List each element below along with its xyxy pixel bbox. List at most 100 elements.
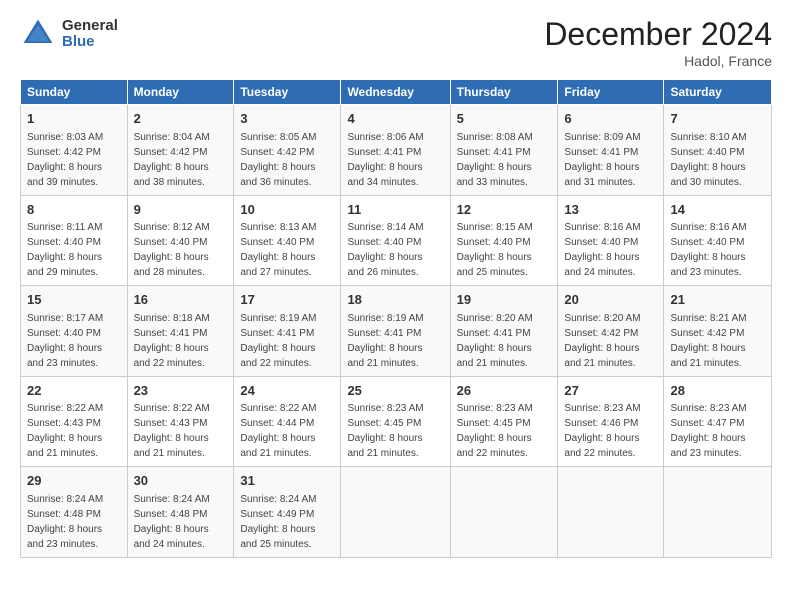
table-row: 31 Sunrise: 8:24 AM Sunset: 4:49 PM Dayli…	[234, 467, 341, 558]
day-number: 11	[347, 201, 443, 219]
day-number: 23	[134, 382, 228, 400]
logo-blue-text: Blue	[62, 34, 118, 51]
table-row: 24 Sunrise: 8:22 AM Sunset: 4:44 PM Dayli…	[234, 376, 341, 467]
day-number: 2	[134, 110, 228, 128]
col-friday: Friday	[558, 80, 664, 105]
day-info: Sunrise: 8:21 AM Sunset: 4:42 PM Dayligh…	[670, 313, 746, 369]
day-info: Sunrise: 8:03 AM Sunset: 4:42 PM Dayligh…	[27, 132, 103, 188]
table-row	[558, 467, 664, 558]
day-info: Sunrise: 8:11 AM Sunset: 4:40 PM Dayligh…	[27, 222, 102, 278]
table-row: 11 Sunrise: 8:14 AM Sunset: 4:40 PM Dayli…	[341, 195, 450, 286]
table-row: 17Sunrise: 8:19 AM Sunset: 4:41 PM Dayli…	[234, 286, 341, 377]
day-number: 22	[27, 382, 121, 400]
day-info: Sunrise: 8:16 AM Sunset: 4:40 PM Dayligh…	[564, 222, 640, 278]
logo: General Blue	[20, 16, 118, 52]
table-row: 25 Sunrise: 8:23 AM Sunset: 4:45 PM Dayli…	[341, 376, 450, 467]
table-row: 16 Sunrise: 8:18 AM Sunset: 4:41 PM Dayli…	[127, 286, 234, 377]
day-number: 12	[457, 201, 552, 219]
day-number: 20	[564, 291, 657, 309]
table-row: 9Sunrise: 8:12 AM Sunset: 4:40 PM Daylig…	[127, 195, 234, 286]
day-info: Sunrise: 8:06 AM Sunset: 4:41 PM Dayligh…	[347, 132, 423, 188]
table-row: 7 Sunrise: 8:10 AM Sunset: 4:40 PM Daylig…	[664, 105, 772, 196]
day-info: Sunrise: 8:08 AM Sunset: 4:41 PM Dayligh…	[457, 132, 533, 188]
table-row	[450, 467, 558, 558]
header: General Blue December 2024 Hadol, France	[20, 16, 772, 69]
col-tuesday: Tuesday	[234, 80, 341, 105]
day-number: 9	[134, 201, 228, 219]
table-row: 28 Sunrise: 8:23 AM Sunset: 4:47 PM Dayli…	[664, 376, 772, 467]
day-number: 17	[240, 291, 334, 309]
day-info: Sunrise: 8:23 AM Sunset: 4:45 PM Dayligh…	[347, 403, 423, 459]
day-info: Sunrise: 8:10 AM Sunset: 4:40 PM Dayligh…	[670, 132, 746, 188]
day-info: Sunrise: 8:22 AM Sunset: 4:44 PM Dayligh…	[240, 403, 316, 459]
location: Hadol, France	[544, 53, 772, 69]
day-number: 24	[240, 382, 334, 400]
day-number: 28	[670, 382, 765, 400]
table-row: 20 Sunrise: 8:20 AM Sunset: 4:42 PM Dayli…	[558, 286, 664, 377]
day-info: Sunrise: 8:05 AM Sunset: 4:42 PM Dayligh…	[240, 132, 316, 188]
calendar-row-2: 8 Sunrise: 8:11 AM Sunset: 4:40 PM Daylig…	[21, 195, 772, 286]
day-info: Sunrise: 8:22 AM Sunset: 4:43 PM Dayligh…	[134, 403, 210, 459]
table-row: 21 Sunrise: 8:21 AM Sunset: 4:42 PM Dayli…	[664, 286, 772, 377]
calendar: Sunday Monday Tuesday Wednesday Thursday…	[20, 79, 772, 558]
day-number: 15	[27, 291, 121, 309]
table-row: 30Sunrise: 8:24 AM Sunset: 4:48 PM Dayli…	[127, 467, 234, 558]
day-info: Sunrise: 8:24 AM Sunset: 4:48 PM Dayligh…	[27, 494, 103, 550]
col-monday: Monday	[127, 80, 234, 105]
table-row: 26Sunrise: 8:23 AM Sunset: 4:45 PM Dayli…	[450, 376, 558, 467]
day-info: Sunrise: 8:14 AM Sunset: 4:40 PM Dayligh…	[347, 222, 423, 278]
day-info: Sunrise: 8:23 AM Sunset: 4:46 PM Dayligh…	[564, 403, 640, 459]
logo-general-text: General	[62, 18, 118, 35]
day-number: 25	[347, 382, 443, 400]
day-number: 3	[240, 110, 334, 128]
table-row	[664, 467, 772, 558]
table-row: 14 Sunrise: 8:16 AM Sunset: 4:40 PM Dayli…	[664, 195, 772, 286]
table-row: 13Sunrise: 8:16 AM Sunset: 4:40 PM Dayli…	[558, 195, 664, 286]
table-row: 2 Sunrise: 8:04 AM Sunset: 4:42 PM Daylig…	[127, 105, 234, 196]
day-number: 5	[457, 110, 552, 128]
day-number: 14	[670, 201, 765, 219]
table-row: 8 Sunrise: 8:11 AM Sunset: 4:40 PM Daylig…	[21, 195, 128, 286]
table-row: 19 Sunrise: 8:20 AM Sunset: 4:41 PM Dayli…	[450, 286, 558, 377]
month-title: December 2024	[544, 16, 772, 53]
day-number: 16	[134, 291, 228, 309]
day-info: Sunrise: 8:24 AM Sunset: 4:49 PM Dayligh…	[240, 494, 316, 550]
table-row: 4Sunrise: 8:06 AM Sunset: 4:41 PM Daylig…	[341, 105, 450, 196]
table-row	[341, 467, 450, 558]
day-number: 29	[27, 472, 121, 490]
day-info: Sunrise: 8:24 AM Sunset: 4:48 PM Dayligh…	[134, 494, 210, 550]
title-section: December 2024 Hadol, France	[544, 16, 772, 69]
day-number: 21	[670, 291, 765, 309]
day-number: 31	[240, 472, 334, 490]
day-info: Sunrise: 8:15 AM Sunset: 4:40 PM Dayligh…	[457, 222, 533, 278]
logo-icon	[20, 16, 56, 52]
col-saturday: Saturday	[664, 80, 772, 105]
table-row: 5 Sunrise: 8:08 AM Sunset: 4:41 PM Daylig…	[450, 105, 558, 196]
calendar-row-1: 1Sunrise: 8:03 AM Sunset: 4:42 PM Daylig…	[21, 105, 772, 196]
day-info: Sunrise: 8:09 AM Sunset: 4:41 PM Dayligh…	[564, 132, 640, 188]
day-info: Sunrise: 8:04 AM Sunset: 4:42 PM Dayligh…	[134, 132, 210, 188]
day-info: Sunrise: 8:23 AM Sunset: 4:45 PM Dayligh…	[457, 403, 533, 459]
day-number: 8	[27, 201, 121, 219]
day-info: Sunrise: 8:23 AM Sunset: 4:47 PM Dayligh…	[670, 403, 746, 459]
calendar-row-3: 15 Sunrise: 8:17 AM Sunset: 4:40 PM Dayli…	[21, 286, 772, 377]
day-info: Sunrise: 8:18 AM Sunset: 4:41 PM Dayligh…	[134, 313, 210, 369]
day-info: Sunrise: 8:16 AM Sunset: 4:40 PM Dayligh…	[670, 222, 746, 278]
col-sunday: Sunday	[21, 80, 128, 105]
day-number: 7	[670, 110, 765, 128]
day-info: Sunrise: 8:17 AM Sunset: 4:40 PM Dayligh…	[27, 313, 103, 369]
calendar-row-5: 29 Sunrise: 8:24 AM Sunset: 4:48 PM Dayli…	[21, 467, 772, 558]
table-row: 12 Sunrise: 8:15 AM Sunset: 4:40 PM Dayli…	[450, 195, 558, 286]
day-info: Sunrise: 8:20 AM Sunset: 4:42 PM Dayligh…	[564, 313, 640, 369]
day-number: 6	[564, 110, 657, 128]
day-number: 18	[347, 291, 443, 309]
table-row: 15 Sunrise: 8:17 AM Sunset: 4:40 PM Dayli…	[21, 286, 128, 377]
day-number: 10	[240, 201, 334, 219]
day-number: 19	[457, 291, 552, 309]
day-info: Sunrise: 8:20 AM Sunset: 4:41 PM Dayligh…	[457, 313, 533, 369]
table-row: 6 Sunrise: 8:09 AM Sunset: 4:41 PM Daylig…	[558, 105, 664, 196]
day-info: Sunrise: 8:13 AM Sunset: 4:40 PM Dayligh…	[240, 222, 316, 278]
page: General Blue December 2024 Hadol, France…	[0, 0, 792, 612]
table-row: 3 Sunrise: 8:05 AM Sunset: 4:42 PM Daylig…	[234, 105, 341, 196]
table-row: 18Sunrise: 8:19 AM Sunset: 4:41 PM Dayli…	[341, 286, 450, 377]
